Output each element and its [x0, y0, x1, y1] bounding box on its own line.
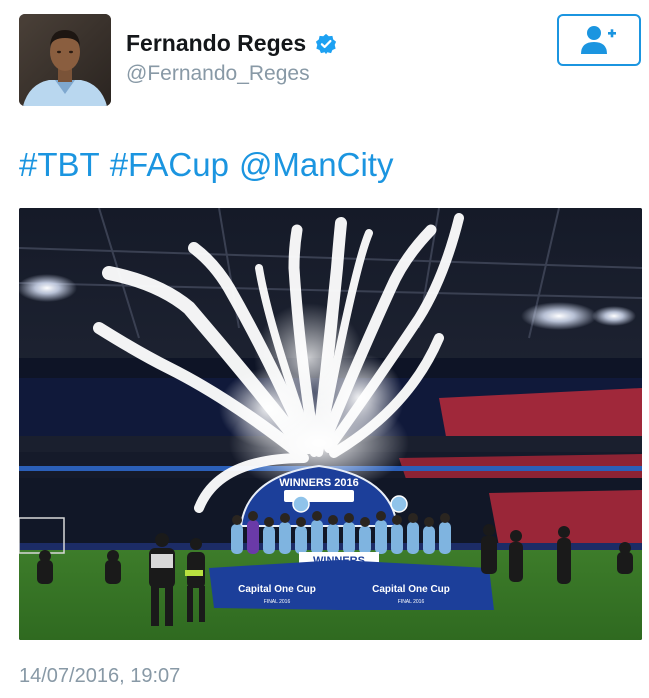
add-user-icon [581, 26, 616, 54]
board-subtext-right: FINAL 2016 [398, 599, 425, 605]
mention-mancity[interactable]: @ManCity [239, 146, 394, 183]
hashtag-facup[interactable]: #FACup [110, 146, 229, 183]
tweet-photo[interactable]: WINNERS 2016 WINNERS [19, 208, 642, 640]
author-name-row[interactable]: Fernando Reges [126, 30, 337, 57]
tweet-text: #TBT #FACup @ManCity [19, 146, 403, 184]
banner-title: WINNERS 2016 [279, 477, 358, 489]
avatar-photo [19, 14, 111, 106]
verified-badge-icon [316, 33, 337, 54]
avatar[interactable] [19, 14, 111, 106]
hashtag-tbt[interactable]: #TBT [19, 146, 100, 183]
board-text-left: Capital One Cup [238, 584, 316, 595]
display-name[interactable]: Fernando Reges [126, 30, 306, 57]
author-handle[interactable]: @Fernando_Reges [126, 62, 310, 86]
board-subtext-left: FINAL 2016 [264, 599, 291, 605]
celebration-photo: WINNERS 2016 WINNERS [19, 208, 642, 640]
follow-button[interactable] [557, 14, 641, 66]
tweet-timestamp[interactable]: 14/07/2016, 19:07 [19, 665, 180, 688]
board-text-right: Capital One Cup [372, 584, 450, 595]
